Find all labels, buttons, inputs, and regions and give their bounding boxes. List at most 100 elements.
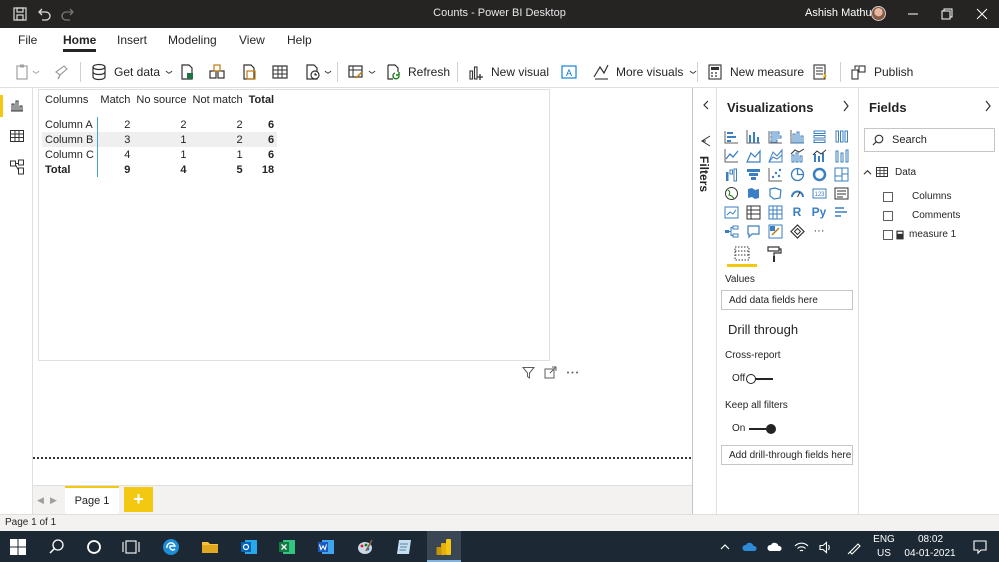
focus-mode-icon[interactable] xyxy=(544,366,557,379)
filled-map-icon[interactable] xyxy=(745,185,761,201)
new-measure-button[interactable]: New measure xyxy=(706,62,804,82)
tab-help[interactable]: Help xyxy=(287,33,312,47)
word-icon[interactable] xyxy=(317,538,335,556)
tab-home[interactable]: Home xyxy=(63,33,97,52)
excel-icon[interactable] xyxy=(278,538,296,556)
notification-icon[interactable] xyxy=(972,539,988,555)
values-well[interactable]: Add data fields here xyxy=(721,290,853,310)
filters-pane[interactable]: Filters xyxy=(692,88,717,514)
smart-narrative-icon[interactable] xyxy=(767,223,783,239)
more-visuals-button[interactable]: More visuals xyxy=(592,62,697,82)
onedrive-business-icon[interactable] xyxy=(742,539,758,555)
fields-tab[interactable] xyxy=(727,245,757,267)
stacked-bar-icon[interactable] xyxy=(723,128,739,144)
volume-icon[interactable] xyxy=(818,540,833,555)
column-header[interactable]: Match xyxy=(97,92,133,111)
power-bi-icon[interactable] xyxy=(435,538,453,556)
funnel-icon[interactable] xyxy=(745,166,761,182)
user-name[interactable]: Ashish Mathur xyxy=(805,7,875,19)
100-stacked-column-icon[interactable] xyxy=(833,128,849,144)
prev-page-arrow[interactable]: ◀ xyxy=(37,495,45,505)
keep-filters-toggle[interactable]: On xyxy=(732,423,777,434)
python-visual-icon[interactable]: Py xyxy=(811,204,827,220)
clock-date[interactable]: 04-01-2021 xyxy=(898,548,962,559)
shape-map-icon[interactable] xyxy=(767,185,783,201)
pen-icon[interactable] xyxy=(847,540,862,555)
gauge-icon[interactable] xyxy=(789,185,805,201)
tab-modeling[interactable]: Modeling xyxy=(168,33,217,47)
page-tab[interactable]: Page 1 xyxy=(65,486,119,514)
table-node-data[interactable]: Data xyxy=(863,166,916,178)
minimize-icon[interactable] xyxy=(906,7,920,21)
more-visuals-icon[interactable]: ··· xyxy=(811,223,827,239)
chevron-left-icon[interactable] xyxy=(701,100,711,110)
r-visual-icon[interactable]: R xyxy=(789,204,805,220)
paint-icon[interactable] xyxy=(356,538,374,556)
region-indicator[interactable]: US xyxy=(870,548,898,559)
multi-row-card-icon[interactable] xyxy=(833,185,849,201)
edge-browser-icon[interactable] xyxy=(162,538,180,556)
clock-time[interactable]: 08:02 xyxy=(903,534,958,545)
quick-measure-button[interactable] xyxy=(811,62,829,82)
map-icon[interactable] xyxy=(723,185,739,201)
100-stacked-bar-icon[interactable] xyxy=(811,128,827,144)
onedrive-icon[interactable] xyxy=(767,539,783,555)
more-options-icon[interactable] xyxy=(566,366,579,379)
key-influencers-icon[interactable] xyxy=(833,204,849,220)
model-view-icon[interactable] xyxy=(9,159,25,175)
matrix-visual[interactable]: Columns Match No source Not match Total … xyxy=(38,89,550,361)
chevron-right-icon[interactable] xyxy=(841,100,851,112)
column-header[interactable]: Total xyxy=(246,92,277,111)
scatter-chart-icon[interactable] xyxy=(767,166,783,182)
waterfall-icon[interactable] xyxy=(723,166,739,182)
field-item[interactable]: measure 1 xyxy=(883,229,956,240)
data-view-icon[interactable] xyxy=(9,128,25,144)
qna-icon[interactable] xyxy=(745,223,761,239)
sql-server-button[interactable] xyxy=(240,62,258,82)
format-tab[interactable] xyxy=(759,245,789,267)
tab-insert[interactable]: Insert xyxy=(117,33,147,47)
treemap-icon[interactable] xyxy=(833,166,849,182)
transform-data-button[interactable] xyxy=(347,62,376,82)
field-item[interactable]: Columns xyxy=(883,191,951,202)
column-header[interactable]: Not match xyxy=(190,92,246,111)
format-painter-button[interactable] xyxy=(53,62,71,82)
line-chart-icon[interactable] xyxy=(723,147,739,163)
task-view-icon[interactable] xyxy=(122,538,140,556)
line-column-icon[interactable] xyxy=(789,147,805,163)
search-icon[interactable] xyxy=(48,538,66,556)
card-icon[interactable]: 123 xyxy=(811,185,827,201)
report-view-icon[interactable] xyxy=(9,97,25,113)
row-header[interactable]: Column A xyxy=(42,117,98,132)
field-checkbox[interactable] xyxy=(883,210,893,221)
outlook-icon[interactable] xyxy=(240,538,258,556)
field-item[interactable]: Comments xyxy=(883,210,960,221)
filter-icon[interactable] xyxy=(522,366,535,379)
refresh-button[interactable]: Refresh xyxy=(384,62,450,82)
notes-app-icon[interactable] xyxy=(395,538,413,556)
table-icon[interactable] xyxy=(767,204,783,220)
chevron-right-icon[interactable] xyxy=(983,100,993,112)
new-visual-button[interactable]: New visual xyxy=(467,62,549,82)
excel-source-button[interactable] xyxy=(178,62,196,82)
get-data-button[interactable]: Get data xyxy=(90,62,173,82)
chevron-up-icon[interactable] xyxy=(863,168,872,177)
restore-icon[interactable] xyxy=(940,7,954,21)
area-chart-icon[interactable] xyxy=(745,147,761,163)
stacked-area-icon[interactable] xyxy=(767,147,783,163)
chevron-up-icon[interactable] xyxy=(719,541,731,553)
row-header[interactable]: Column B xyxy=(42,132,98,147)
line-clustered-column-icon[interactable] xyxy=(811,147,827,163)
power-apps-icon[interactable] xyxy=(789,223,805,239)
filters-label[interactable]: Filters xyxy=(697,156,711,192)
clustered-column-icon[interactable] xyxy=(789,128,805,144)
paste-button[interactable] xyxy=(14,62,40,82)
tab-file[interactable]: File xyxy=(18,33,37,47)
windows-start-icon[interactable] xyxy=(10,539,26,555)
row-header[interactable]: Column C xyxy=(42,147,98,162)
cross-report-toggle[interactable]: Off xyxy=(732,373,774,384)
file-explorer-icon[interactable] xyxy=(201,538,219,556)
column-header[interactable]: No source xyxy=(133,92,189,111)
field-checkbox[interactable] xyxy=(883,229,893,240)
clustered-bar-icon[interactable] xyxy=(767,128,783,144)
